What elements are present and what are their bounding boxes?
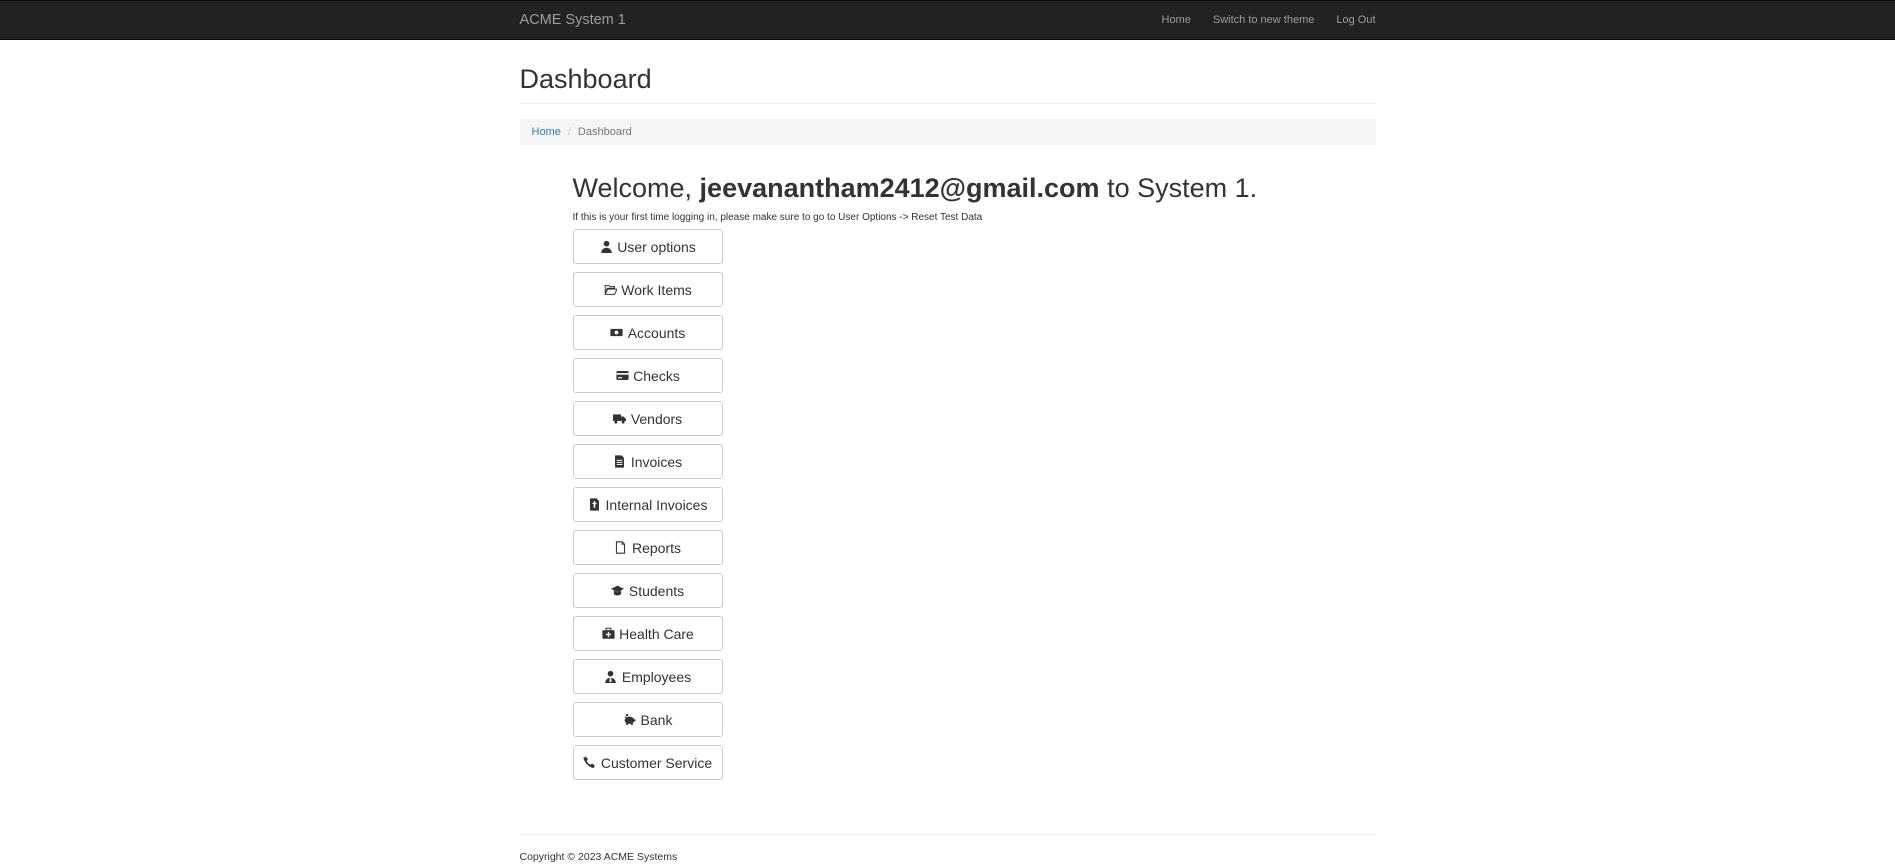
welcome-suffix: to System 1. [1099,173,1258,203]
graduation-cap-icon [611,584,625,598]
button-label: Customer Service [600,754,713,771]
button-label: Reports [631,539,682,556]
footer: Copyright © 2023 ACME Systems [519,834,1376,863]
money-icon [610,326,624,340]
reports-button[interactable]: Reports [572,530,723,565]
dashboard-content: Welcome, jeevanantham2412@gmail.com to S… [520,173,1376,780]
customer-service-button[interactable]: Customer Service [572,745,723,780]
first-login-hint: If this is your first time logging in, p… [572,212,983,223]
page-header: Dashboard [519,64,1376,104]
file-icon [614,541,628,555]
bank-button[interactable]: Bank [572,702,723,737]
top-navbar: ACME System 1 Home Switch to new theme L… [0,0,1895,40]
button-label: Invoices [630,453,683,470]
user-options-button[interactable]: User options [572,229,723,264]
folder-open-icon [603,283,617,297]
page-title: Dashboard [519,64,652,94]
students-button[interactable]: Students [572,573,723,608]
button-label: Employees [621,668,692,685]
button-label: Work Items [621,281,692,298]
dashboard-menu: User options Work Items Accounts Checks … [572,229,1376,780]
phone-icon [583,756,597,770]
welcome-heading: Welcome, jeevanantham2412@gmail.com to S… [573,173,1376,204]
file-invoice-icon [588,498,602,512]
button-label: User options [617,238,696,255]
work-items-button[interactable]: Work Items [572,272,723,307]
user-icon [599,240,613,254]
copyright-text: Copyright © 2023 ACME Systems [519,851,678,863]
breadcrumb-home-link[interactable]: Home [532,126,561,138]
button-label: Vendors [630,410,683,427]
user-email: jeevanantham2412@gmail.com [699,173,1100,203]
button-label: Students [628,582,685,599]
breadcrumb: Home / Dashboard [519,119,1376,145]
nav-logout-link[interactable]: Log Out [1336,14,1375,26]
vendors-button[interactable]: Vendors [572,401,723,436]
button-label: Accounts [627,324,686,341]
user-tie-icon [604,670,618,684]
piggy-bank-icon [623,713,637,727]
breadcrumb-separator: / [567,126,571,138]
employees-button[interactable]: Employees [572,659,723,694]
medkit-icon [601,627,615,641]
nav-home-link[interactable]: Home [1162,14,1191,26]
credit-card-icon [615,369,629,383]
internal-invoices-button[interactable]: Internal Invoices [572,487,723,522]
accounts-button[interactable]: Accounts [572,315,723,350]
button-label: Checks [633,367,680,384]
welcome-prefix: Welcome, [572,173,700,203]
button-label: Health Care [619,625,694,642]
truck-icon [613,412,627,426]
invoice-icon [613,455,627,469]
brand-link[interactable]: ACME System 1 [520,12,626,28]
button-label: Internal Invoices [605,496,708,513]
nav-links: Home Switch to new theme Log Out [1140,14,1376,26]
health-care-button[interactable]: Health Care [572,616,723,651]
breadcrumb-current: Dashboard [577,126,632,138]
checks-button[interactable]: Checks [572,358,723,393]
button-label: Bank [640,711,673,728]
nav-switch-theme-link[interactable]: Switch to new theme [1213,14,1315,26]
invoices-button[interactable]: Invoices [572,444,723,479]
